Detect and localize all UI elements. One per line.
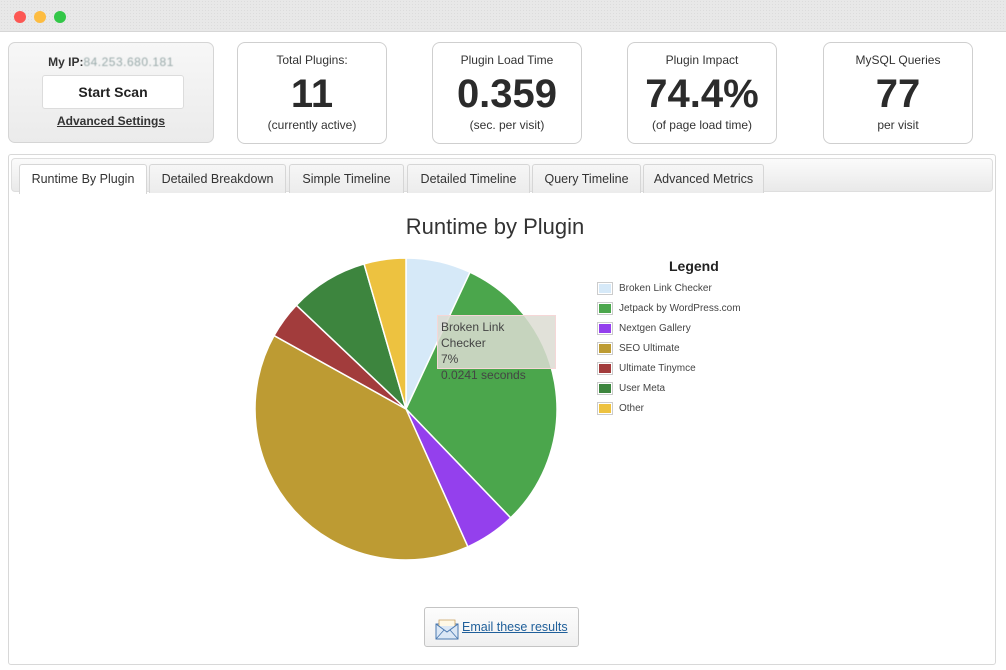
chart-legend: Legend Broken Link Checker Jetpack by Wor… bbox=[597, 258, 797, 418]
email-results-button[interactable]: Email these results bbox=[424, 607, 579, 647]
stat-sub: per visit bbox=[877, 118, 919, 132]
stat-mysql-queries: MySQL Queries 77 per visit bbox=[823, 42, 973, 144]
legend-label: Jetpack by WordPress.com bbox=[619, 302, 741, 314]
legend-item-jetpack-by-wordpress-com: Jetpack by WordPress.com bbox=[597, 298, 797, 318]
minimize-window-button[interactable] bbox=[34, 11, 46, 23]
my-ip: My IP:84.253.680.181 bbox=[9, 55, 213, 69]
stat-sub: (of page load time) bbox=[651, 118, 753, 132]
envelope-icon bbox=[435, 619, 459, 640]
maximize-window-button[interactable] bbox=[54, 11, 66, 23]
stat-plugin-load-time: Plugin Load Time 0.359 (sec. per visit) bbox=[432, 42, 582, 144]
legend-swatch bbox=[597, 341, 613, 355]
scan-panel: My IP:84.253.680.181 Start Scan Advanced… bbox=[8, 42, 214, 143]
legend-item-user-meta: User Meta bbox=[597, 378, 797, 398]
tooltip-percent: 7% bbox=[441, 352, 459, 366]
stat-total-plugins: Total Plugins: 11 (currently active) bbox=[237, 42, 387, 144]
legend-item-nextgen-gallery: Nextgen Gallery bbox=[597, 318, 797, 338]
legend-swatch-color bbox=[599, 303, 611, 313]
stat-value: 0.359 bbox=[456, 72, 558, 116]
legend-label: SEO Ultimate bbox=[619, 342, 680, 354]
stat-label: Plugin Impact bbox=[665, 53, 739, 67]
stat-sub: (sec. per visit) bbox=[469, 118, 545, 132]
legend-title: Legend bbox=[669, 258, 719, 274]
slice-tooltip: Broken Link Checker 7% 0.0241 seconds bbox=[437, 315, 556, 382]
stat-label: Plugin Load Time bbox=[460, 53, 554, 67]
advanced-settings-link[interactable]: Advanced Settings bbox=[9, 114, 213, 128]
legend-swatch-color bbox=[599, 403, 611, 413]
legend-label: Other bbox=[619, 402, 645, 414]
legend-swatch bbox=[597, 401, 613, 415]
close-window-button[interactable] bbox=[14, 11, 26, 23]
tooltip-time: 0.0241 seconds bbox=[441, 368, 526, 382]
legend-item-broken-link-checker: Broken Link Checker bbox=[597, 278, 797, 298]
tooltip-label: Broken Link Checker bbox=[441, 320, 505, 350]
start-scan-button[interactable]: Start Scan bbox=[42, 75, 184, 109]
legend-swatch-color bbox=[599, 363, 611, 373]
legend-swatch-color bbox=[599, 283, 611, 293]
legend-swatch-color bbox=[599, 343, 611, 353]
legend-label: Nextgen Gallery bbox=[619, 322, 691, 334]
stat-label: MySQL Queries bbox=[855, 53, 941, 67]
legend-label: Broken Link Checker bbox=[619, 282, 712, 294]
email-results-link[interactable]: Email these results bbox=[462, 620, 568, 634]
legend-swatch-color bbox=[599, 383, 611, 393]
legend-item-seo-ultimate: SEO Ultimate bbox=[597, 338, 797, 358]
stat-plugin-impact: Plugin Impact 74.4% (of page load time) bbox=[627, 42, 777, 144]
legend-swatch-color bbox=[599, 323, 611, 333]
legend-swatch bbox=[597, 281, 613, 295]
stat-sub: (currently active) bbox=[267, 118, 357, 132]
legend-item-ultimate-tinymce: Ultimate Tinymce bbox=[597, 358, 797, 378]
legend-swatch bbox=[597, 301, 613, 315]
stat-value: 77 bbox=[875, 72, 921, 116]
legend-swatch bbox=[597, 361, 613, 375]
stat-label: Total Plugins: bbox=[276, 53, 348, 67]
stat-value: 11 bbox=[290, 72, 334, 116]
legend-item-other: Other bbox=[597, 398, 797, 418]
window-titlebar bbox=[0, 0, 1006, 32]
legend-swatch bbox=[597, 381, 613, 395]
stat-value: 74.4% bbox=[645, 72, 759, 116]
legend-swatch bbox=[597, 321, 613, 335]
ip-label: My IP: bbox=[48, 55, 84, 69]
results-panel: Runtime By Plugin Detailed Breakdown Sim… bbox=[8, 154, 996, 665]
ip-value: 84.253.680.181 bbox=[83, 55, 174, 69]
legend-label: User Meta bbox=[619, 382, 666, 394]
legend-label: Ultimate Tinymce bbox=[619, 362, 696, 374]
